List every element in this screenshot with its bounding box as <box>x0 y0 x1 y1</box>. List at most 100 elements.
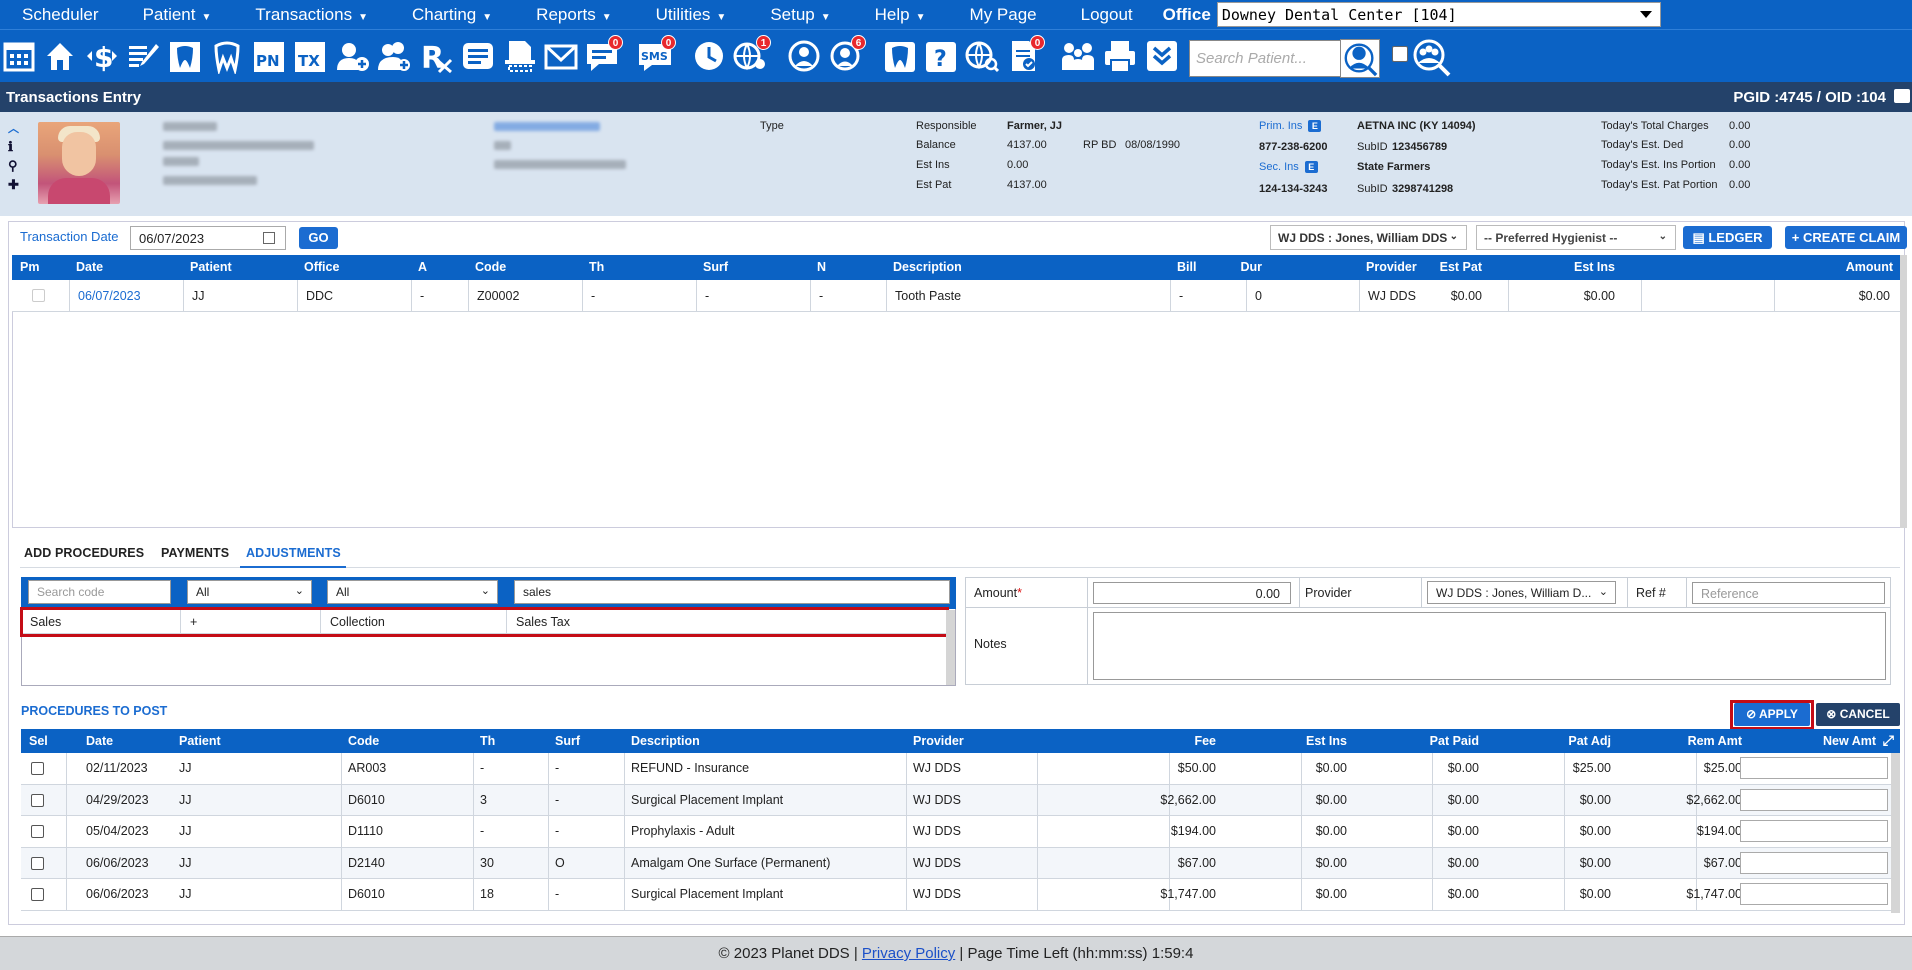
email-icon[interactable] <box>544 38 578 74</box>
menu-logout[interactable]: Logout <box>1059 5 1155 25</box>
menu-scheduler[interactable]: Scheduler <box>0 5 121 25</box>
prescription-icon[interactable]: R <box>419 38 453 76</box>
menu-reports[interactable]: Reports ▼ <box>514 5 633 25</box>
col-date: Date <box>76 260 104 274</box>
tab-add-procedures[interactable]: ADD PROCEDURES <box>24 546 144 560</box>
tooth-roots-icon[interactable] <box>210 38 244 76</box>
eligibility-icon[interactable]: E <box>1304 161 1318 174</box>
edit-list-icon[interactable] <box>126 38 160 74</box>
tab-adjustments[interactable]: ADJUSTMENTS <box>246 546 341 560</box>
plus-icon[interactable]: ✚ <box>8 177 24 196</box>
globe-user-icon[interactable]: 1 <box>733 35 771 74</box>
expand-icon[interactable]: ⤢ <box>1883 732 1894 749</box>
new-amount-input[interactable] <box>1740 788 1888 811</box>
table-row[interactable]: 04/29/2023 JJ D6010 3 - Surgical Placement Im… <box>21 784 1891 816</box>
add-patient-icon[interactable] <box>336 38 370 74</box>
info-icon[interactable]: ℹ <box>8 139 24 158</box>
secondary-subid-label: SubID <box>1357 183 1388 195</box>
table-row[interactable]: 06/06/2023 JJ D6010 18 - Surgical Placement I… <box>21 879 1891 911</box>
treatment-plan-icon[interactable]: TX <box>293 38 327 74</box>
row-select-checkbox[interactable] <box>31 762 44 775</box>
procedures-scrollbar[interactable] <box>1891 753 1900 913</box>
table-row[interactable]: 06/06/2023 JJ D2140 30 O Amalgam One Surface … <box>21 847 1891 879</box>
table-row[interactable]: 06/07/2023 JJ DDC - Z00002 - - - Tooth P… <box>12 280 1902 312</box>
transactions-scrollbar[interactable] <box>1900 255 1907 528</box>
office-select[interactable]: Downey Dental Center [104] <box>1216 2 1661 27</box>
tooth-icon[interactable] <box>883 38 917 74</box>
row-select-checkbox[interactable] <box>31 793 44 807</box>
transaction-date-input[interactable]: 06/07/2023 <box>130 226 286 250</box>
tooth-chart-icon[interactable] <box>168 38 202 74</box>
printer-icon[interactable] <box>1103 38 1137 74</box>
privacy-policy-link[interactable]: Privacy Policy <box>862 945 955 962</box>
calendar-icon[interactable] <box>263 232 275 244</box>
ledger-button[interactable]: ▤ LEDGER <box>1683 226 1772 249</box>
sms-icon[interactable]: SMS 0 <box>638 35 676 74</box>
add-family-icon[interactable] <box>377 38 411 74</box>
messages-icon[interactable]: 0 <box>585 35 623 74</box>
collapse-down-icon[interactable] <box>1145 38 1179 74</box>
document-scan-icon[interactable] <box>503 38 537 74</box>
home-icon[interactable] <box>43 38 77 74</box>
ledger-label: LEDGER <box>1708 230 1763 245</box>
go-button[interactable]: GO <box>299 227 338 249</box>
menu-utilities[interactable]: Utilities ▼ <box>634 5 749 25</box>
adjustment-category-select[interactable]: All ⌄ <box>327 580 498 604</box>
menu-my-page[interactable]: My Page <box>948 5 1059 25</box>
row-select-checkbox[interactable] <box>31 856 44 870</box>
question-tooth-icon[interactable]: ? <box>924 38 958 74</box>
new-amount-input[interactable] <box>1740 851 1888 874</box>
apply-button[interactable]: ⊘ APPLY <box>1734 703 1810 726</box>
primary-insurance-link[interactable]: Prim. Ins E <box>1259 120 1322 133</box>
new-amount-input[interactable] <box>1740 757 1888 779</box>
notes-textarea[interactable] <box>1093 612 1886 680</box>
paperclip-icon[interactable]: ⚲ <box>8 158 24 177</box>
search-patient-input[interactable]: Search Patient... <box>1189 40 1341 77</box>
family-icon[interactable] <box>1061 38 1095 74</box>
recall-icon[interactable]: 6 <box>828 35 866 74</box>
row-select-checkbox[interactable] <box>31 825 44 838</box>
provider-select[interactable]: WJ DDS : Jones, William DDS ⌄ <box>1270 225 1467 250</box>
collapse-up-icon[interactable]: ︿ <box>8 120 24 139</box>
secondary-insurance-link[interactable]: Sec. Ins E <box>1259 161 1318 174</box>
forms-icon[interactable]: 0 <box>1007 35 1045 74</box>
table-row[interactable]: 05/04/2023 JJ D1110 - - Prophylaxis - Adult WJ… <box>21 816 1891 848</box>
row-select-checkbox[interactable] <box>31 888 44 901</box>
tx-date-link[interactable]: 06/07/2023 <box>78 289 141 303</box>
today-est-ded-label: Today's Est. Ded <box>1601 139 1684 151</box>
menu-setup[interactable]: Setup ▼ <box>748 5 852 25</box>
toolbar-checkbox[interactable] <box>1392 46 1408 62</box>
dollar-transfer-icon[interactable]: $ <box>85 38 119 74</box>
globe-search-icon[interactable] <box>965 38 1000 74</box>
menu-charting[interactable]: Charting ▼ <box>390 5 514 25</box>
search-code-input[interactable]: Search code <box>28 580 171 604</box>
hygienist-select[interactable]: -- Preferred Hygienist -- ⌄ <box>1476 225 1676 250</box>
progress-notes-icon[interactable]: PN <box>252 38 286 74</box>
reference-input[interactable]: Reference <box>1692 582 1885 604</box>
adjustment-provider-select[interactable]: WJ DDS : Jones, William D... ⌄ <box>1427 581 1616 604</box>
menu-patient[interactable]: Patient ▼ <box>121 5 234 25</box>
clock-icon[interactable] <box>692 38 726 74</box>
group-search-icon[interactable] <box>1412 38 1452 78</box>
adjustment-scrollbar[interactable] <box>946 610 955 685</box>
cancel-button[interactable]: ⊗ CANCEL <box>1816 703 1900 726</box>
new-amount-input[interactable] <box>1740 883 1888 905</box>
adjustment-search-input[interactable]: sales <box>514 580 950 604</box>
cell-patient: JJ <box>179 887 192 901</box>
create-claim-button[interactable]: + CREATE CLAIM <box>1785 226 1907 249</box>
calendar-icon[interactable] <box>2 38 36 74</box>
row-checkbox[interactable] <box>32 289 45 302</box>
menu-transactions[interactable]: Transactions ▼ <box>233 5 390 25</box>
eligibility-icon[interactable]: E <box>1308 120 1322 133</box>
est-ins-label: Est Ins <box>916 159 950 171</box>
amount-input[interactable]: 0.00 <box>1093 582 1291 604</box>
search-patient-button[interactable] <box>1340 39 1380 78</box>
new-amount-input[interactable] <box>1740 820 1888 842</box>
patient-portal-icon[interactable] <box>787 38 821 74</box>
menu-help[interactable]: Help ▼ <box>853 5 948 25</box>
print-icon[interactable] <box>1894 89 1910 103</box>
tab-payments[interactable]: PAYMENTS <box>161 546 229 560</box>
note-icon[interactable] <box>461 38 495 74</box>
adjustment-type-select[interactable]: All ⌄ <box>187 580 312 604</box>
table-row[interactable]: 02/11/2023 JJ AR003 - - REFUND - Insurance WJ … <box>21 753 1891 785</box>
